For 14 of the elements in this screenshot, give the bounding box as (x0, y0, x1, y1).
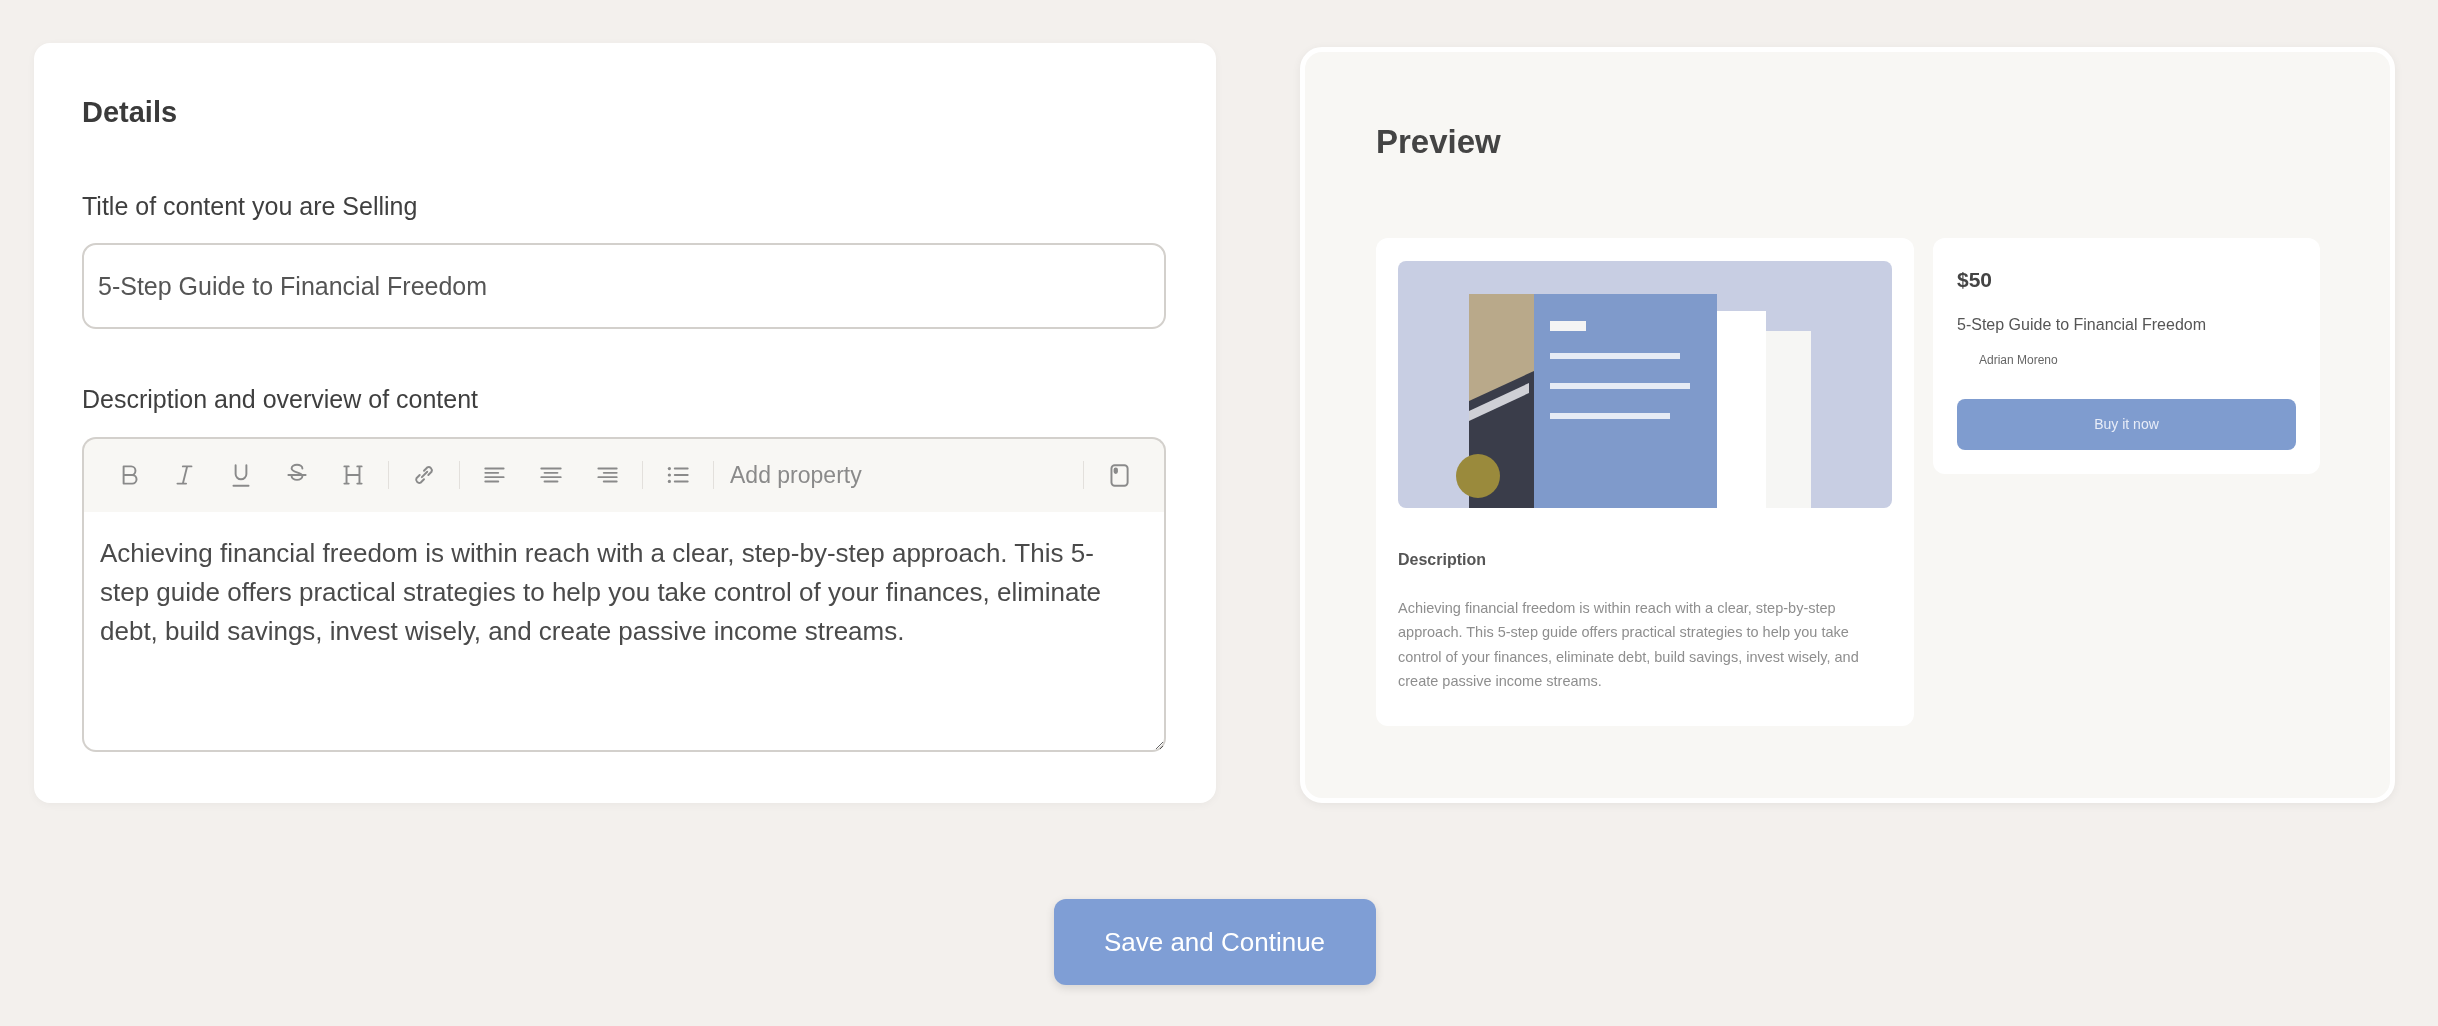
description-field[interactable]: Achieving financial freedom is within reach with a clear, step-by-step approach. This 5-step guide offers practical strategies to help you take control of your finances, eliminate debt, build savings, invest wisely, and create passive income streams. (82, 511, 1166, 752)
description-heading: Description (1398, 549, 1487, 570)
product-title: 5-Step Guide to Financial Freedom (1957, 315, 2207, 336)
section-title: Preview (1376, 122, 1502, 162)
title-input-field[interactable]: 5-Step Guide to Financial Freedom (82, 243, 1166, 330)
author-name: Adrian Moreno (1979, 352, 2059, 370)
save-button[interactable]: Save and Continue (1053, 899, 1376, 985)
field-label: Description and overview of content (82, 384, 479, 416)
add-property-button[interactable]: Add property (724, 458, 868, 493)
price: $50 (1957, 266, 1994, 293)
buy-button[interactable]: Buy it now (1957, 399, 2296, 451)
field-label: Title of content you are Selling (82, 190, 418, 222)
description-text: Achieving financial freedom is within reach with a clear, step-by-step approach. This 5-step guide offers practical strategies to help you take control of your finances, eliminate debt, build savings, invest wisely, and create passive income streams. (1398, 598, 1860, 692)
section-title: Details (82, 95, 179, 130)
